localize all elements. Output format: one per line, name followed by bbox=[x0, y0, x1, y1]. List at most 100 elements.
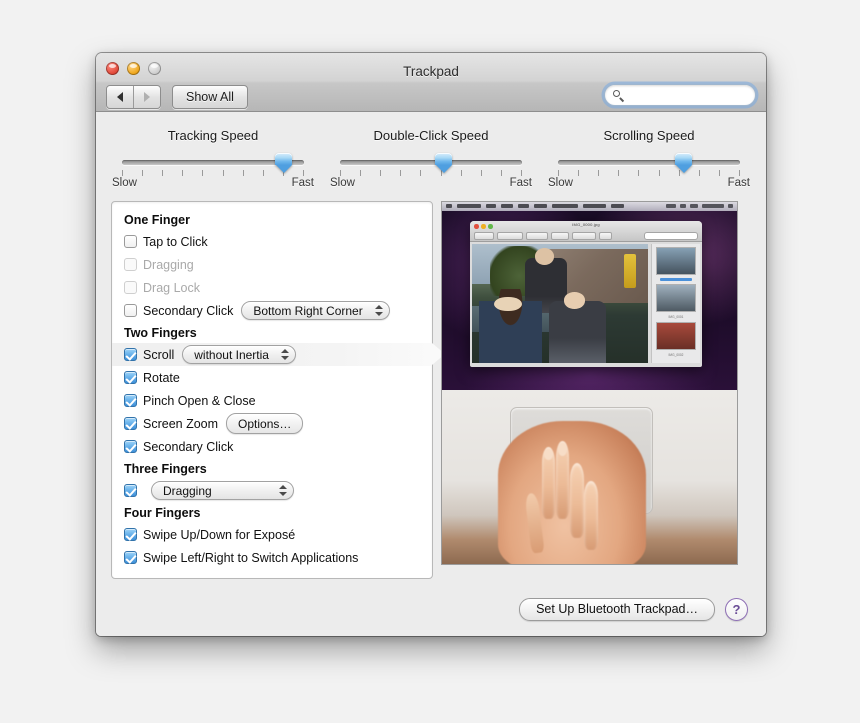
search-input[interactable] bbox=[629, 87, 747, 103]
checkbox-dragging bbox=[124, 258, 137, 271]
popup-three-finger-action[interactable]: Dragging bbox=[151, 481, 294, 500]
nav-button-group bbox=[106, 85, 161, 109]
option-row-pinch-open-close[interactable]: Pinch Open & Close bbox=[112, 389, 432, 412]
slider-track bbox=[558, 160, 740, 165]
option-label: Pinch Open & Close bbox=[143, 393, 256, 408]
updown-arrows-icon bbox=[279, 484, 287, 497]
slider-max-label: Fast bbox=[727, 177, 750, 189]
checkbox-scroll[interactable] bbox=[124, 348, 137, 361]
demo-app-titlebar: IMG_0000.jpg bbox=[470, 221, 702, 242]
chevron-left-icon bbox=[117, 92, 123, 102]
checkbox-three-finger-action[interactable] bbox=[124, 484, 137, 497]
group-heading-three-fingers: Three Fingers bbox=[124, 462, 207, 476]
updown-arrows-icon bbox=[280, 348, 289, 361]
demo-finger-index bbox=[542, 446, 555, 519]
option-label: Drag Lock bbox=[143, 280, 200, 295]
popup-secondary-click-location[interactable]: Bottom Right Corner bbox=[241, 301, 390, 320]
back-button[interactable] bbox=[107, 86, 133, 108]
option-row-secondary-click-two-fingers[interactable]: Secondary Click bbox=[112, 435, 432, 458]
demo-preview-app-window: IMG_0000.jpg IMG_0001 IMG_0002 bbox=[470, 221, 702, 367]
popup-value: without Inertia bbox=[194, 347, 269, 362]
slider-ticks bbox=[558, 170, 740, 177]
help-button[interactable]: ? bbox=[725, 597, 748, 621]
gesture-demo-video: IMG_0000.jpg IMG_0001 IMG_0002 bbox=[441, 201, 738, 565]
search-icon bbox=[613, 89, 624, 101]
demo-desktop-scene: IMG_0000.jpg IMG_0001 IMG_0002 bbox=[442, 202, 737, 390]
option-row-secondary-click-one-finger[interactable]: Secondary Click Bottom Right Corner bbox=[112, 299, 432, 322]
demo-app-title: IMG_0000.jpg bbox=[572, 222, 600, 227]
option-row-swipe-left-right-switch-apps[interactable]: Swipe Left/Right to Switch Applications bbox=[112, 546, 432, 569]
option-label: Scroll bbox=[143, 347, 175, 362]
demo-menubar-items bbox=[446, 203, 624, 208]
updown-arrows-icon bbox=[374, 304, 383, 317]
slider-track-area[interactable] bbox=[122, 153, 304, 173]
checkbox-secondary-click-one-finger[interactable] bbox=[124, 304, 137, 317]
preferences-body: Tracking Speed Slow Fast Double-Click Sp… bbox=[96, 112, 766, 636]
option-row-tap-to-click[interactable]: Tap to Click bbox=[112, 230, 432, 253]
demo-finger-pinky bbox=[584, 481, 599, 550]
option-row-rotate[interactable]: Rotate bbox=[112, 366, 432, 389]
slider-thumb[interactable] bbox=[435, 153, 453, 173]
search-field[interactable] bbox=[604, 84, 756, 106]
checkbox-rotate[interactable] bbox=[124, 371, 137, 384]
screen-zoom-options-button[interactable]: Options… bbox=[226, 413, 304, 434]
demo-trackpad-scene bbox=[442, 390, 737, 564]
popup-scroll-inertia[interactable]: without Inertia bbox=[182, 345, 296, 364]
show-all-button[interactable]: Show All bbox=[172, 85, 248, 109]
option-label: Secondary Click bbox=[143, 439, 234, 454]
window-footer: Set Up Bluetooth Trackpad… ? bbox=[96, 582, 766, 636]
slider-thumb[interactable] bbox=[675, 153, 693, 173]
slider-tracking-speed: Tracking Speed Slow Fast bbox=[104, 128, 322, 189]
main-content: One Finger Tap to Click Dragging Drag Lo… bbox=[96, 189, 766, 579]
option-row-screen-zoom[interactable]: Screen Zoom Options… bbox=[112, 412, 432, 435]
slider-end-labels: Slow Fast bbox=[548, 177, 750, 189]
set-up-bluetooth-trackpad-button[interactable]: Set Up Bluetooth Trackpad… bbox=[519, 597, 715, 621]
slider-label: Tracking Speed bbox=[167, 128, 259, 143]
demo-finger-middle bbox=[556, 440, 569, 519]
group-heading-one-finger: One Finger bbox=[124, 213, 190, 227]
demo-app-toolbar bbox=[474, 232, 612, 240]
popup-value: Dragging bbox=[163, 483, 212, 498]
slider-track-area[interactable] bbox=[558, 153, 740, 173]
option-label: Tap to Click bbox=[143, 234, 208, 249]
slider-label: Double-Click Speed bbox=[373, 128, 489, 143]
demo-menubar bbox=[442, 202, 737, 211]
speed-sliders: Tracking Speed Slow Fast Double-Click Sp… bbox=[96, 112, 766, 189]
slider-end-labels: Slow Fast bbox=[330, 177, 532, 189]
checkbox-swipe-left-right-switch-apps[interactable] bbox=[124, 551, 137, 564]
gesture-options-panel: One Finger Tap to Click Dragging Drag Lo… bbox=[111, 201, 445, 579]
checkbox-screen-zoom[interactable] bbox=[124, 417, 137, 430]
option-row-dragging: Dragging bbox=[112, 253, 432, 276]
slider-ticks bbox=[340, 170, 522, 177]
window-title: Trackpad bbox=[403, 64, 459, 79]
slider-thumb[interactable] bbox=[275, 153, 293, 173]
demo-photo-canal-boat bbox=[472, 244, 648, 363]
slider-min-label: Slow bbox=[112, 177, 137, 189]
toolbar: Show All bbox=[96, 83, 766, 111]
option-row-three-finger-action[interactable]: Dragging bbox=[112, 479, 432, 502]
slider-min-label: Slow bbox=[330, 177, 355, 189]
checkbox-drag-lock bbox=[124, 281, 137, 294]
slider-scrolling-speed: Scrolling Speed Slow Fast bbox=[540, 128, 758, 189]
slider-track-area[interactable] bbox=[340, 153, 522, 173]
checkbox-swipe-up-down-expose[interactable] bbox=[124, 528, 137, 541]
option-row-scroll[interactable]: Scroll without Inertia bbox=[112, 343, 445, 366]
option-label: Dragging bbox=[143, 257, 194, 272]
option-row-drag-lock: Drag Lock bbox=[112, 276, 432, 299]
slider-track bbox=[340, 160, 522, 165]
checkbox-pinch-open-close[interactable] bbox=[124, 394, 137, 407]
demo-finger-ring bbox=[570, 463, 585, 539]
checkbox-secondary-click-two-fingers[interactable] bbox=[124, 440, 137, 453]
group-heading-four-fingers: Four Fingers bbox=[124, 506, 201, 520]
checkbox-tap-to-click[interactable] bbox=[124, 235, 137, 248]
slider-label: Scrolling Speed bbox=[603, 128, 695, 143]
slider-min-label: Slow bbox=[548, 177, 573, 189]
option-row-swipe-up-down-expose[interactable]: Swipe Up/Down for Exposé bbox=[112, 523, 432, 546]
demo-app-search-field bbox=[644, 232, 698, 240]
window-titlebar: Trackpad Show All bbox=[96, 53, 766, 112]
option-label: Screen Zoom bbox=[143, 416, 219, 431]
popup-value: Bottom Right Corner bbox=[253, 303, 363, 318]
forward-button bbox=[133, 86, 160, 108]
demo-app-thumbnail-sidebar: IMG_0001 IMG_0002 bbox=[651, 244, 700, 363]
group-heading-two-fingers: Two Fingers bbox=[124, 326, 197, 340]
